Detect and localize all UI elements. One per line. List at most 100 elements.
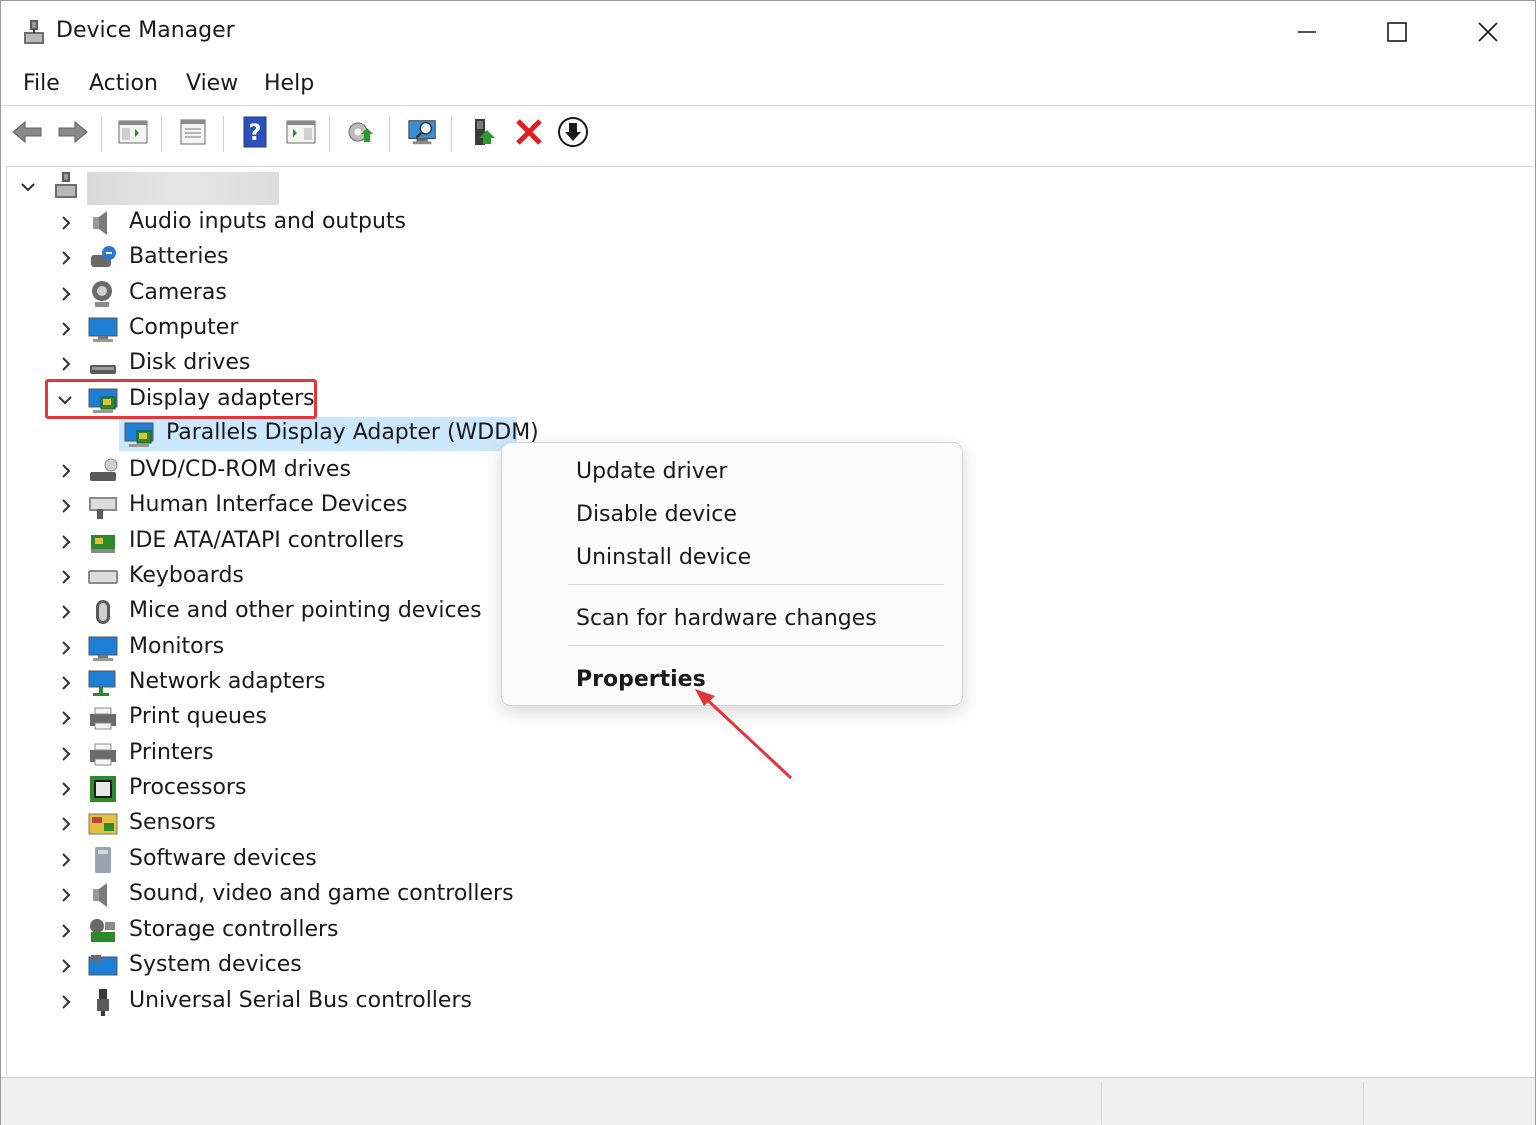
display-adapter-icon — [88, 388, 118, 413]
tree-item-storage-controllers[interactable]: Storage controllers — [129, 917, 338, 942]
expand-chevron[interactable] — [59, 888, 73, 902]
tree-item-parallels-display-adapter[interactable]: Parallels Display Adapter (WDDM) — [166, 420, 539, 445]
toolbar-separator — [161, 116, 162, 152]
tree-item-sound-video-and-game-controllers[interactable]: Sound, video and game controllers — [129, 881, 514, 906]
expand-chevron[interactable] — [59, 216, 73, 230]
enable-device-button[interactable] — [469, 116, 501, 148]
tree-item-print-queues[interactable]: Print queues — [129, 704, 267, 729]
tree-item-ide-ata-atapi-controllers[interactable]: IDE ATA/ATAPI controllers — [129, 528, 404, 553]
computer-name-redacted[interactable] — [87, 172, 279, 205]
tree-item-disk-drives[interactable]: Disk drives — [129, 350, 250, 375]
tree-item-human-interface-devices[interactable]: Human Interface Devices — [129, 492, 408, 517]
tree-item-display-adapters[interactable]: Display adapters — [129, 386, 315, 411]
expand-chevron[interactable] — [59, 357, 73, 371]
expand-chevron[interactable] — [59, 251, 73, 265]
show-hide-console-tree-icon — [118, 120, 148, 144]
help-button[interactable]: ? — [239, 116, 271, 148]
svg-text:?: ? — [249, 121, 262, 146]
tree-item-processors[interactable]: Processors — [129, 775, 246, 800]
menu-item-disable-device[interactable]: Disable device — [576, 502, 737, 527]
status-bar — [1, 1077, 1535, 1125]
scan-hardware-icon — [408, 120, 436, 145]
disable-device-button[interactable] — [557, 116, 589, 148]
menu-file[interactable]: File — [23, 71, 60, 96]
tree-item-computer[interactable]: Computer — [129, 315, 238, 340]
expand-chevron[interactable] — [59, 959, 73, 973]
tree-item-audio-inputs-and-outputs[interactable]: Audio inputs and outputs — [129, 209, 406, 234]
monitor-icon — [88, 636, 118, 661]
help-icon: ? — [243, 116, 267, 148]
tree-item-keyboards[interactable]: Keyboards — [129, 563, 244, 588]
menu-item-properties[interactable]: Properties — [576, 667, 706, 692]
menu-help[interactable]: Help — [264, 71, 314, 96]
forward-icon — [58, 120, 88, 144]
tree-item-monitors[interactable]: Monitors — [129, 634, 224, 659]
usb-icon — [97, 989, 109, 1016]
show-hide-console-tree-button[interactable] — [117, 116, 149, 148]
expand-chevron[interactable] — [59, 676, 73, 690]
expand-chevron[interactable] — [59, 322, 73, 336]
device-manager-window: Device Manager File Action View Help ? A… — [0, 0, 1536, 1125]
status-divider — [1363, 1082, 1364, 1124]
maximize-icon — [1387, 22, 1407, 42]
expand-chevron[interactable] — [59, 995, 73, 1009]
menu-item-scan-hardware[interactable]: Scan for hardware changes — [576, 606, 877, 631]
tree-item-dvd-cd-rom-drives[interactable]: DVD/CD-ROM drives — [129, 457, 351, 482]
menu-separator — [568, 645, 944, 646]
expand-chevron[interactable] — [59, 853, 73, 867]
expand-chevron[interactable] — [59, 499, 73, 513]
display-adapter-icon — [124, 422, 154, 447]
expand-chevron[interactable] — [59, 711, 73, 725]
tree-item-system-devices[interactable]: System devices — [129, 952, 302, 977]
expand-chevron[interactable] — [59, 605, 73, 619]
uninstall-device-button[interactable] — [513, 116, 545, 148]
action-pane-button[interactable] — [285, 116, 317, 148]
toolbar-separator — [451, 116, 452, 152]
tree-item-cameras[interactable]: Cameras — [129, 280, 227, 305]
toolbar-separator — [101, 116, 102, 152]
back-button[interactable] — [11, 116, 43, 148]
tree-item-network-adapters[interactable]: Network adapters — [129, 669, 325, 694]
computer-root-icon — [55, 172, 77, 198]
collapse-chevron[interactable] — [58, 393, 72, 407]
scan-hardware-button[interactable] — [407, 116, 439, 148]
toolbar: ? — [1, 106, 1535, 156]
menu-item-update-driver[interactable]: Update driver — [576, 459, 727, 484]
window-title: Device Manager — [56, 18, 235, 43]
menu-action[interactable]: Action — [89, 71, 158, 96]
expand-chevron[interactable] — [59, 747, 73, 761]
expand-chevron[interactable] — [59, 464, 73, 478]
collapse-root-chevron[interactable] — [21, 180, 35, 194]
expand-chevron[interactable] — [59, 570, 73, 584]
speaker-icon — [93, 211, 107, 235]
tree-item-software-devices[interactable]: Software devices — [129, 846, 317, 871]
update-driver-button[interactable] — [345, 116, 377, 148]
toolbar-separator — [223, 116, 224, 152]
tree-item-batteries[interactable]: Batteries — [129, 244, 229, 269]
tree-item-sensors[interactable]: Sensors — [129, 810, 216, 835]
properties-button[interactable] — [177, 116, 209, 148]
expand-chevron[interactable] — [59, 817, 73, 831]
back-icon — [12, 120, 42, 144]
expand-chevron[interactable] — [59, 641, 73, 655]
expand-chevron[interactable] — [59, 287, 73, 301]
title-bar[interactable]: Device Manager — [1, 1, 1535, 63]
close-button[interactable] — [1444, 7, 1532, 57]
forward-button[interactable] — [57, 116, 89, 148]
toolbar-separator — [329, 116, 330, 152]
tree-item-mice-and-other-pointing-devices[interactable]: Mice and other pointing devices — [129, 598, 482, 623]
storage-controller-icon — [90, 919, 115, 942]
minimize-button[interactable] — [1263, 7, 1351, 57]
enable-device-icon — [475, 119, 495, 145]
menu-item-uninstall-device[interactable]: Uninstall device — [576, 545, 751, 570]
expand-chevron[interactable] — [59, 924, 73, 938]
uninstall-device-icon — [516, 119, 542, 145]
maximize-button[interactable] — [1353, 7, 1441, 57]
device-manager-icon — [24, 20, 44, 44]
expand-chevron[interactable] — [59, 782, 73, 796]
tree-item-universal-serial-bus-controllers[interactable]: Universal Serial Bus controllers — [129, 988, 472, 1013]
expand-chevron[interactable] — [59, 535, 73, 549]
sensor-icon — [88, 813, 118, 835]
tree-item-printers[interactable]: Printers — [129, 740, 214, 765]
menu-view[interactable]: View — [186, 71, 238, 96]
